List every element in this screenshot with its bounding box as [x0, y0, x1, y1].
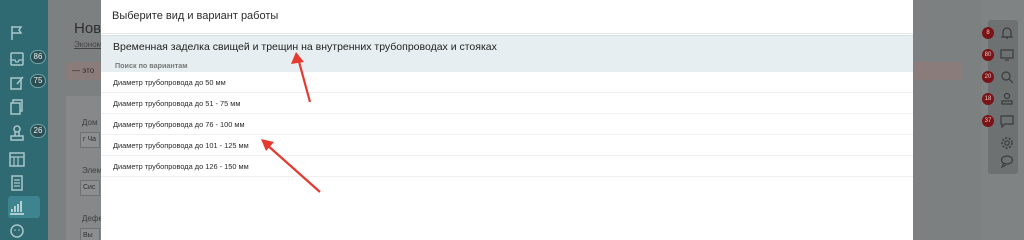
nav-calendar[interactable] — [8, 148, 40, 170]
field-input[interactable]: Сис — [80, 180, 100, 196]
right-item-desktop[interactable] — [994, 46, 1014, 64]
field-label: Дом — [82, 118, 98, 127]
variant-item[interactable]: Диаметр трубопровода до 50 мм — [101, 72, 913, 93]
field-label: Элем — [82, 166, 103, 175]
modal-title: Выберите вид и вариант работы — [112, 10, 279, 22]
chat-icon — [1000, 155, 1014, 168]
document-icon — [11, 175, 23, 191]
nav-badge: 75 — [30, 74, 46, 88]
page-subtitle: Эконом — [74, 40, 103, 49]
inbox-icon — [10, 52, 24, 66]
calendar-icon — [9, 152, 25, 167]
message-icon — [1000, 115, 1014, 128]
nav-document[interactable] — [8, 172, 40, 194]
gear-icon — [1001, 137, 1013, 149]
right-item-bell[interactable] — [994, 24, 1014, 42]
nav-copy[interactable] — [8, 96, 40, 118]
selected-work-row[interactable]: Временная заделка свищей и трещин на вну… — [101, 35, 913, 72]
chart-icon — [10, 201, 24, 215]
nav-badge: 26 — [30, 124, 46, 138]
nav-inbox[interactable]: 86 — [8, 48, 46, 70]
variant-item[interactable]: Диаметр трубопровода до 76 - 100 мм — [101, 114, 913, 135]
selected-work-title: Временная заделка свищей и трещин на вну… — [113, 41, 497, 53]
right-item-chat[interactable] — [994, 152, 1014, 170]
variant-item[interactable]: Диаметр трубопровода до 51 - 75 мм — [101, 93, 913, 114]
left-sidebar: 86 75 26 — [0, 0, 48, 240]
right-badge: 8 — [982, 27, 994, 39]
nav-face[interactable] — [8, 220, 40, 240]
right-badge: 20 — [982, 71, 994, 83]
search-user-icon — [1001, 71, 1014, 84]
bell-icon — [1000, 27, 1014, 39]
right-item-settings[interactable] — [994, 134, 1014, 152]
stamp-icon — [1001, 92, 1013, 105]
edit-icon — [10, 76, 24, 90]
field-input[interactable]: г Ча — [80, 132, 100, 148]
work-selection-modal: Выберите вид и вариант работы Временная … — [101, 0, 913, 240]
right-item-stamp[interactable] — [994, 90, 1014, 108]
modal-header: Выберите вид и вариант работы — [101, 0, 913, 34]
nav-chart[interactable] — [8, 196, 40, 218]
right-badge: 37 — [982, 115, 994, 127]
field-label: Дефе — [82, 214, 103, 223]
nav-edit[interactable]: 75 — [8, 72, 46, 94]
nav-badge: 86 — [30, 50, 46, 64]
right-item-message[interactable] — [994, 112, 1014, 130]
variant-search-label[interactable]: Поиск по вариантам — [115, 61, 188, 70]
flag-icon — [11, 26, 23, 40]
face-icon — [10, 224, 24, 238]
variant-item[interactable]: Диаметр трубопровода до 101 - 125 мм — [101, 135, 913, 156]
desktop-icon — [1000, 49, 1014, 61]
variant-item[interactable]: Диаметр трубопровода до 126 - 150 мм — [101, 156, 913, 177]
nav-flag[interactable] — [8, 22, 40, 44]
right-badge: 18 — [982, 93, 994, 105]
right-item-search-user[interactable] — [994, 68, 1014, 86]
copy-icon — [10, 99, 23, 115]
stamp-icon — [10, 125, 24, 141]
nav-stamp[interactable]: 26 — [8, 122, 46, 144]
variant-list: Диаметр трубопровода до 50 мм Диаметр тр… — [101, 72, 913, 177]
right-badge: 80 — [982, 49, 994, 61]
field-input[interactable]: Вы — [80, 228, 100, 240]
